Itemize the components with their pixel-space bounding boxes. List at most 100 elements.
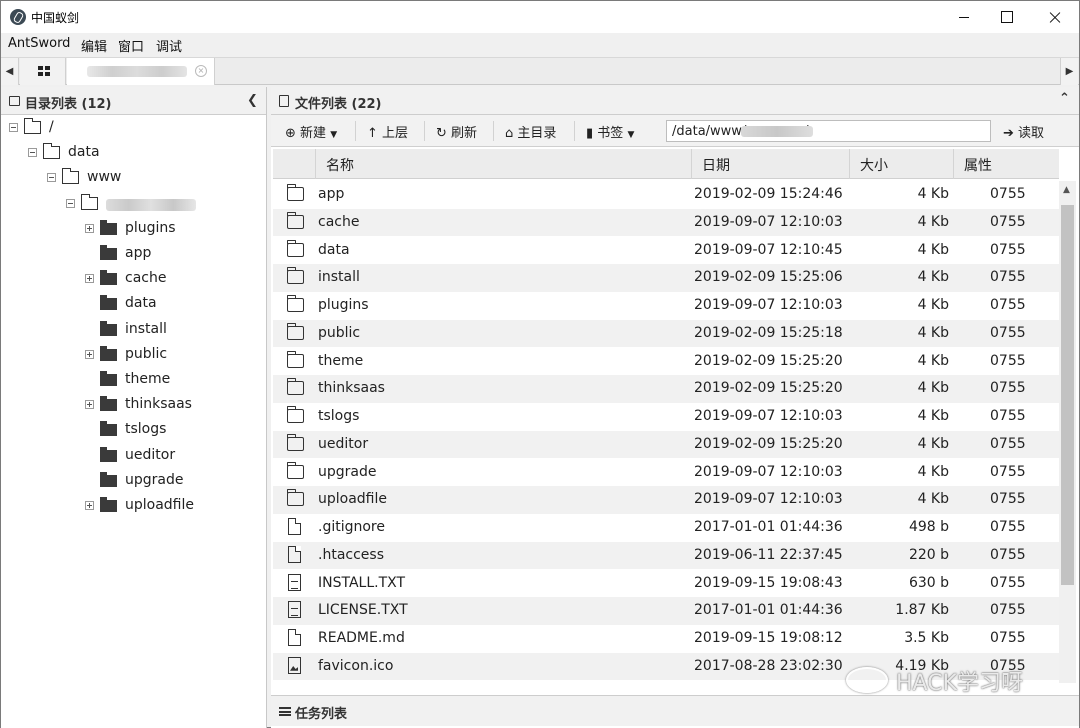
file-panel-title: 文件列表 (22) [295,97,382,112]
close-window-button[interactable] [1031,1,1077,33]
tab-scroll-left-icon[interactable]: ◀ [1,58,19,85]
collapse-panel-icon[interactable]: ❮ [247,93,258,108]
home-icon: ⌂ [505,126,514,141]
bookmark-button-label: 书签 [597,126,624,141]
folder-icon [286,211,304,229]
file-row[interactable]: public 2019-02-09 15:25:18 4 Kb 0755 [273,319,1059,348]
menu-bar: AntSword 编辑 窗口 调试 [1,33,1079,55]
folder-icon [286,322,304,340]
folder-icon [100,371,117,386]
file-size: 498 b [908,519,949,535]
file-row[interactable]: uploadfile 2019-09-07 12:10:03 4 Kb 0755 [273,486,1059,514]
expand-toggle-icon[interactable] [85,400,94,410]
tree-node-label: install [125,320,167,337]
file-size: 4 Kb [917,241,949,258]
file-row[interactable]: install 2019-02-09 15:25:06 4 Kb 0755 [273,264,1059,292]
task-panel[interactable]: 任务列表 [271,695,1079,726]
bookmark-icon: ▮ [586,126,594,141]
tab-bar: ◀ × ▶ [1,57,1079,85]
file-row[interactable]: app 2019-02-09 15:24:46 4 Kb 0755 [273,181,1059,209]
folder-icon [100,421,117,437]
read-button-label: 读取 [1018,126,1045,141]
column-name[interactable]: 名称 [315,149,691,179]
file-row[interactable]: tslogs 2019-09-07 12:10:03 4 Kb 0755 [273,403,1059,431]
up-button[interactable]: ↑ 上层 [367,122,408,141]
column-permission[interactable]: 属性 [953,149,1059,179]
column-size[interactable]: 大小 [849,149,953,179]
expand-toggle-icon[interactable] [85,274,94,284]
file-grid-scrollbar[interactable]: ▲ [1059,181,1076,683]
path-input[interactable] [666,120,991,142]
file-row[interactable]: .gitignore 2017-01-01 01:44:36 498 b 0755 [273,514,1059,542]
expand-toggle-icon[interactable] [85,349,94,359]
file-name: public [318,324,361,341]
menu-debug[interactable]: 调试 [156,36,182,55]
collapse-toggle-icon[interactable] [66,198,75,208]
file-row[interactable]: cache 2019-09-07 12:10:03 4 Kb 0755 [273,208,1059,237]
toolbar-divider [574,121,575,141]
tab-close-icon[interactable]: × [195,65,207,77]
file-row[interactable]: data 2019-09-07 12:10:45 4 Kb 0755 [273,237,1059,265]
file-panel: 文件列表 (22) ⌃ ⊕ 新建 ▼ ↑ 上层 ↻ 刷新 ⌂ 主目录 ▮ 书签 … [271,87,1079,728]
scroll-up-icon[interactable]: ▲ [1063,185,1070,195]
menu-antsword[interactable]: AntSword [8,36,70,51]
redacted-path-segment [741,126,813,137]
folder-open-icon [24,118,41,134]
file-size: 1.87 Kb [895,602,949,619]
expand-toggle-icon[interactable] [85,501,94,510]
file-size: 4 Kb [917,352,949,369]
minimize-button[interactable] [941,1,987,33]
folder-icon [286,295,304,312]
file-name: INSTALL.TXT [318,574,406,591]
maximize-button[interactable] [983,1,1029,33]
file-permission: 0755 [990,463,1026,480]
new-button[interactable]: ⊕ 新建 ▼ [285,122,337,141]
file-permission: 0755 [990,380,1026,397]
column-date[interactable]: 日期 [691,149,849,179]
refresh-button[interactable]: ↻ 刷新 [436,122,477,141]
refresh-button-label: 刷新 [451,126,478,141]
folder-icon [286,489,304,507]
tree-node-label: cache [125,270,167,287]
folder-icon [286,378,304,396]
file-row[interactable]: plugins 2019-09-07 12:10:03 4 Kb 0755 [273,292,1059,320]
collapse-toggle-icon[interactable] [47,173,56,183]
arrow-right-icon: ➔ [1003,126,1014,141]
scroll-thumb[interactable] [1061,205,1074,585]
file-row[interactable]: INSTALL.TXT 2019-09-15 19:08:43 630 b 0755 [273,570,1059,598]
home-button[interactable]: ⌂ 主目录 [505,122,556,141]
file-name: README.md [318,630,405,646]
file-size: 3.5 Kb [904,630,949,646]
tree-node-label: uploadfile [125,497,195,513]
tab-shell-session[interactable]: × [67,58,215,85]
file-row[interactable]: .htaccess 2019-06-11 22:37:45 220 b 0755 [273,541,1059,570]
file-size: 4 Kb [917,186,949,202]
file-size: 4 Kb [917,491,949,508]
tree-node-label: ueditor [125,446,176,463]
menu-edit[interactable]: 编辑 [81,36,107,55]
file-row[interactable]: ueditor 2019-02-09 15:25:20 4 Kb 0755 [273,430,1059,459]
file-size: 4 Kb [917,408,949,424]
file-date: 2019-02-09 15:25:06 [694,269,843,286]
bookmark-button[interactable]: ▮ 书签 ▼ [586,122,634,141]
file-row[interactable]: thinksaas 2019-02-09 15:25:20 4 Kb 0755 [273,375,1059,403]
refresh-icon: ↻ [436,126,447,141]
collapse-toggle-icon[interactable] [9,123,18,132]
file-row[interactable]: README.md 2019-09-15 19:08:12 3.5 Kb 0755 [273,625,1059,653]
file-date: 2019-02-09 15:24:46 [694,186,843,202]
file-panel-header: 文件列表 (22) ⌃ [271,87,1079,115]
tab-home[interactable] [20,58,66,85]
collapse-toggle-icon[interactable] [28,148,37,158]
file-date: 2019-02-09 15:25:20 [694,435,843,452]
file-date: 2019-09-07 12:10:03 [694,463,843,480]
expand-toggle-icon[interactable] [85,223,94,233]
file-row[interactable]: theme 2019-02-09 15:25:20 4 Kb 0755 [273,348,1059,376]
file-row[interactable]: LICENSE.TXT 2017-01-01 01:44:36 1.87 Kb 075… [273,597,1059,625]
file-row[interactable]: upgrade 2019-09-07 12:10:03 4 Kb 0755 [273,459,1059,487]
tab-scroll-right-icon[interactable]: ▶ [1060,58,1078,85]
grid-icon [38,66,50,77]
read-button[interactable]: ➔ 读取 [1003,122,1044,141]
menu-window[interactable]: 窗口 [118,36,144,55]
collapse-up-icon[interactable]: ⌃ [1059,91,1070,106]
file-permission: 0755 [990,186,1026,202]
